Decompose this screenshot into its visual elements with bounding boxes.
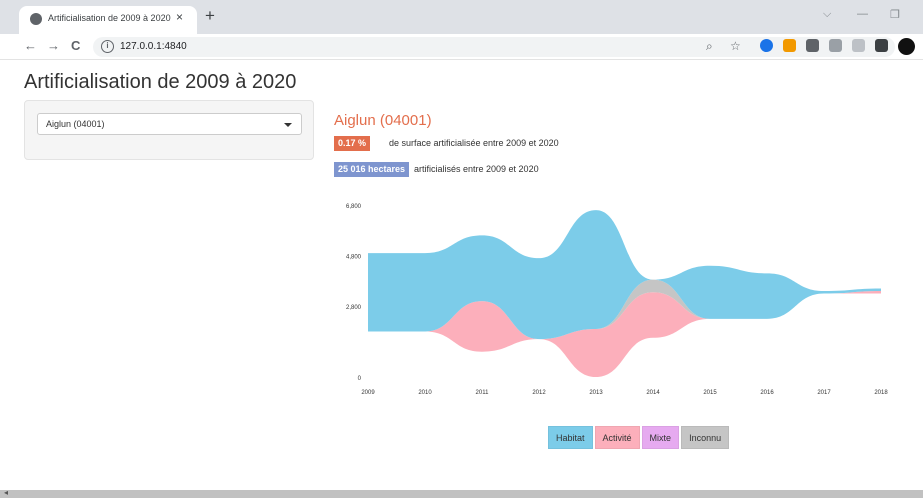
legend-mixte[interactable]: Mixte: [641, 426, 680, 449]
x-tick-label: 2014: [646, 390, 660, 396]
x-tick-label: 2010: [418, 390, 432, 396]
x-tick-label: 2018: [874, 390, 888, 396]
hectares-description: artificialisés entre 2009 et 2020: [414, 164, 539, 174]
close-tab-icon[interactable]: ×: [176, 10, 183, 24]
browser-tab-bar: Artificialisation de 2009 à 2020 × + ⌵ —…: [0, 0, 923, 34]
horizontal-scrollbar[interactable]: ◂: [0, 488, 923, 498]
commune-select-value[interactable]: Aiglun (04001): [46, 119, 105, 129]
x-tick-label: 2011: [476, 390, 490, 396]
new-tab-button[interactable]: +: [205, 6, 215, 26]
page-title: Artificialisation de 2009 à 2020: [24, 71, 297, 93]
y-tick-label: 6,800: [346, 204, 362, 210]
site-info-icon[interactable]: i: [101, 40, 114, 53]
extension-icon[interactable]: [806, 39, 819, 52]
sidebar-panel: Aiglun (04001): [24, 100, 314, 160]
globe-icon: [30, 13, 42, 25]
address-bar[interactable]: i 127.0.0.1:4840 ⌕ ☆: [93, 37, 895, 57]
bookmark-star-icon[interactable]: ☆: [730, 39, 741, 53]
streamgraph-chart: 0 2,800 4,800 6,800 2009 2010 2011 2012 2013 2014…: [346, 204, 888, 396]
extension-icon[interactable]: [783, 39, 796, 52]
x-tick-label: 2015: [703, 390, 717, 396]
legend-inconnu[interactable]: Inconnu: [681, 426, 730, 449]
chart-legend: Habitat Activité Mixte Inconnu: [548, 426, 731, 449]
url-text[interactable]: 127.0.0.1:4840: [120, 41, 187, 52]
x-tick-label: 2013: [589, 390, 603, 396]
browser-toolbar: ← → C i 127.0.0.1:4840 ⌕ ☆: [0, 34, 923, 60]
scroll-left-icon[interactable]: ◂: [4, 488, 8, 497]
zoom-icon[interactable]: ⌕: [706, 39, 713, 54]
back-button[interactable]: ←: [24, 38, 37, 53]
restore-button[interactable]: ❐: [890, 8, 900, 21]
browser-tab[interactable]: Artificialisation de 2009 à 2020 ×: [19, 6, 197, 34]
reload-button[interactable]: C: [71, 38, 80, 53]
x-tick-label: 2009: [361, 390, 375, 396]
x-tick-label: 2017: [817, 390, 831, 396]
y-tick-label: 2,800: [346, 305, 362, 311]
y-tick-label: 0: [358, 376, 362, 382]
tab-search-icon[interactable]: ⌵: [823, 8, 831, 21]
puzzle-icon[interactable]: [875, 39, 888, 52]
commune-select[interactable]: Aiglun (04001): [37, 113, 302, 135]
commune-heading: Aiglun (04001): [334, 112, 432, 129]
caret-down-icon[interactable]: [284, 123, 292, 127]
legend-habitat[interactable]: Habitat: [548, 426, 593, 449]
percent-badge: 0.17 %: [334, 136, 371, 151]
page-content: Artificialisation de 2009 à 2020 Aiglun …: [0, 60, 923, 492]
extension-icon[interactable]: [852, 39, 865, 52]
profile-avatar[interactable]: [898, 38, 915, 55]
forward-button[interactable]: →: [47, 38, 60, 53]
tab-title: Artificialisation de 2009 à 2020: [48, 13, 171, 23]
legend-activite[interactable]: Activité: [594, 426, 640, 449]
extension-icon[interactable]: [829, 39, 842, 52]
extension-icon[interactable]: [760, 39, 773, 52]
y-tick-label: 4,800: [346, 255, 362, 261]
minimize-button[interactable]: —: [857, 8, 868, 20]
percent-description: de surface artificialisée entre 2009 et …: [389, 138, 559, 148]
hectares-badge: 25 016 hectares: [334, 162, 410, 177]
x-tick-label: 2012: [532, 390, 546, 396]
x-tick-label: 2016: [760, 390, 774, 396]
